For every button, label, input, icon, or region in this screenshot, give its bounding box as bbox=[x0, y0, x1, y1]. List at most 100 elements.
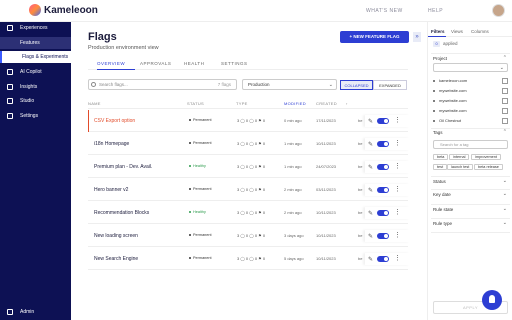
tag-chip[interactable]: improvement bbox=[471, 154, 501, 160]
col-type[interactable]: TYPE bbox=[236, 101, 248, 106]
more-options-icon[interactable]: ⋮ bbox=[394, 139, 401, 147]
view-expanded-button[interactable]: EXPANDED bbox=[373, 80, 407, 90]
flag-toggle[interactable] bbox=[377, 210, 389, 216]
new-feature-flag-button[interactable]: + NEW FEATURE FLAG bbox=[340, 31, 409, 43]
flag-toggle[interactable] bbox=[377, 233, 389, 239]
tab-columns[interactable]: Columns bbox=[471, 29, 489, 34]
sidebar-item-features[interactable]: Features bbox=[0, 37, 71, 49]
notifications-button[interactable] bbox=[482, 290, 502, 310]
more-options-icon[interactable]: ⋮ bbox=[394, 254, 401, 262]
tag-chip[interactable]: internal bbox=[449, 154, 470, 160]
col-created[interactable]: CREATED bbox=[316, 101, 337, 106]
flag-name[interactable]: CSV Export option bbox=[87, 110, 135, 132]
col-modified[interactable]: MODIFIED bbox=[284, 101, 306, 106]
flag-name[interactable]: Hero banner v2 bbox=[94, 187, 128, 193]
flag-toggle[interactable] bbox=[377, 118, 389, 124]
chevron-down-icon[interactable]: ⌄ bbox=[503, 206, 507, 212]
sidebar-item-insights[interactable]: Insights bbox=[0, 81, 71, 93]
project-option[interactable]: mywebsite.com bbox=[433, 107, 508, 115]
whats-new-link[interactable]: WHAT'S NEW bbox=[366, 8, 403, 14]
tag-chip[interactable]: launch test bbox=[447, 164, 474, 170]
table-row[interactable]: New Search Engine Permanent 3 ◯ 0 ◯ 0 ⚑ 0 5… bbox=[88, 248, 410, 270]
tab-overview[interactable]: OVERVIEW bbox=[97, 61, 125, 66]
flag-toggle[interactable] bbox=[377, 256, 389, 262]
edit-icon[interactable]: ✎ bbox=[368, 233, 373, 240]
project-option[interactable]: mywebsite.com bbox=[433, 87, 508, 95]
edit-icon[interactable]: ✎ bbox=[368, 256, 373, 263]
table-row[interactable]: i18n Homepage Permanent 3 ◯ 0 ◯ 0 ⚑ 0 1 min… bbox=[88, 133, 410, 155]
tab-approvals[interactable]: APPROVALS bbox=[140, 61, 171, 66]
col-status[interactable]: STATUS bbox=[187, 101, 204, 106]
chevron-down-icon[interactable]: ⌄ bbox=[503, 191, 507, 197]
edit-icon[interactable]: ✎ bbox=[368, 141, 373, 148]
sidebar-item-settings[interactable]: Settings bbox=[0, 110, 71, 122]
flag-toggle[interactable] bbox=[377, 187, 389, 193]
sidebar-item-flags-experiments[interactable]: Flags & Experiments bbox=[0, 51, 71, 63]
project-option[interactable]: mywebsite.com bbox=[433, 97, 508, 105]
project-checkbox[interactable] bbox=[502, 108, 508, 114]
tab-filters[interactable]: Filters bbox=[431, 29, 445, 34]
more-options-icon[interactable]: ⋮ bbox=[394, 162, 401, 170]
table-row[interactable]: New loading screen Permanent 3 ◯ 0 ◯ 0 ⚑ 0… bbox=[88, 225, 410, 247]
tags-search-input[interactable]: Search for a tag bbox=[433, 140, 508, 149]
flag-name[interactable]: New Search Engine bbox=[94, 256, 138, 262]
flag-toggle[interactable] bbox=[377, 164, 389, 170]
tab-health[interactable]: HEALTH bbox=[184, 61, 204, 66]
scroll-right-icon[interactable]: › bbox=[346, 101, 348, 106]
more-options-icon[interactable]: ⋮ bbox=[394, 208, 401, 216]
rule-state-label[interactable]: Rule state bbox=[433, 207, 453, 212]
search-placeholder: Search flags... bbox=[99, 82, 128, 87]
tag-chip[interactable]: test bbox=[433, 164, 448, 170]
tab-settings[interactable]: SETTINGS bbox=[221, 61, 248, 66]
flag-toggle[interactable] bbox=[377, 141, 389, 147]
key-date-label[interactable]: Key date bbox=[433, 192, 451, 197]
table-row[interactable]: Recommendation Blocks Healthy 3 ◯ 0 ◯ 0 ⚑ … bbox=[88, 202, 410, 224]
collapse-panel-button[interactable]: » bbox=[413, 32, 421, 42]
sidebar-item-studio[interactable]: Studio bbox=[0, 95, 71, 107]
project-bullet-icon bbox=[433, 90, 435, 92]
flag-name[interactable]: i18n Homepage bbox=[94, 141, 129, 147]
flag-name[interactable]: Premium plan - Dev. Avail. bbox=[94, 164, 152, 170]
environment-select[interactable]: Production ⌄ bbox=[242, 79, 337, 90]
project-checkbox[interactable] bbox=[502, 118, 508, 124]
table-row[interactable]: Premium plan - Dev. Avail. Healthy 3 ◯ 0 ◯… bbox=[88, 156, 410, 178]
sidebar-item-experiences[interactable]: Experiences bbox=[0, 22, 71, 34]
tab-views[interactable]: Views bbox=[451, 29, 463, 34]
more-options-icon[interactable]: ⋮ bbox=[394, 185, 401, 193]
table-row[interactable]: CSV Export option Permanent 3 ◯ 0 ◯ 0 ⚑ 0 0… bbox=[87, 110, 410, 132]
chevron-down-icon[interactable]: ⌄ bbox=[503, 178, 507, 184]
sidebar-item-admin[interactable]: Admin bbox=[0, 306, 71, 318]
chevron-up-icon[interactable]: ⌃ bbox=[503, 55, 507, 61]
project-select[interactable]: ⌄ bbox=[433, 63, 508, 72]
tag-chip[interactable]: beta release bbox=[474, 164, 503, 170]
col-name[interactable]: NAME bbox=[88, 101, 101, 106]
user-avatar[interactable] bbox=[492, 4, 505, 17]
status-filter-label[interactable]: Status bbox=[433, 179, 446, 184]
table-row[interactable]: Hero banner v2 Permanent 3 ◯ 0 ◯ 0 ⚑ 0 2 mi… bbox=[88, 179, 410, 201]
chevron-down-icon[interactable]: ⌄ bbox=[503, 220, 507, 226]
search-input[interactable]: Search flags... 7 flags bbox=[88, 79, 237, 90]
flag-name[interactable]: New loading screen bbox=[94, 233, 138, 239]
project-option[interactable]: Oil Chestnut bbox=[433, 117, 508, 125]
edit-icon[interactable]: ✎ bbox=[368, 118, 373, 125]
view-collapsed-button[interactable]: COLLAPSED bbox=[340, 80, 373, 90]
project-option[interactable]: kameleoon.com bbox=[433, 77, 508, 85]
more-options-icon[interactable]: ⋮ bbox=[394, 231, 401, 239]
project-checkbox[interactable] bbox=[502, 88, 508, 94]
chevron-up-icon[interactable]: ⌃ bbox=[503, 129, 507, 135]
edit-icon[interactable]: ✎ bbox=[368, 187, 373, 194]
flag-name[interactable]: Recommendation Blocks bbox=[94, 210, 149, 216]
sidebar-item-ai-copilot[interactable]: AI Copilot bbox=[0, 66, 71, 78]
project-name: kameleoon.com bbox=[439, 78, 468, 83]
more-options-icon[interactable]: ⋮ bbox=[394, 116, 401, 124]
rule-type-label[interactable]: Rule type bbox=[433, 221, 452, 226]
project-checkbox[interactable] bbox=[502, 78, 508, 84]
applied-label: applied bbox=[443, 41, 458, 46]
tag-chip[interactable]: beta bbox=[433, 154, 449, 160]
divider bbox=[431, 176, 510, 177]
modified-date: 2 min ago bbox=[284, 210, 302, 215]
project-checkbox[interactable] bbox=[502, 98, 508, 104]
edit-icon[interactable]: ✎ bbox=[368, 164, 373, 171]
help-link[interactable]: HELP bbox=[428, 8, 443, 14]
edit-icon[interactable]: ✎ bbox=[368, 210, 373, 217]
